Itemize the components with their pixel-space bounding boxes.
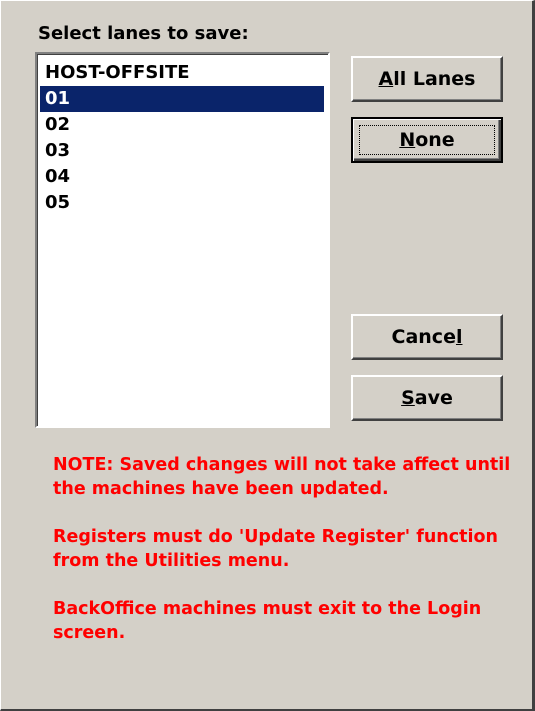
none-label-rest: one: [415, 129, 455, 151]
note-saved-changes: NOTE: Saved changes will not take affect…: [53, 455, 511, 499]
lanes-list-label: Select lanes to save:: [38, 23, 249, 44]
cancel-mnemonic: l: [455, 326, 463, 348]
all-lanes-button[interactable]: All Lanes: [351, 56, 503, 102]
all-lanes-button-label: All Lanes: [357, 62, 497, 96]
lane-item-04[interactable]: 04: [40, 164, 324, 190]
all-lanes-mnemonic: A: [378, 68, 394, 90]
cancel-button[interactable]: Cancel: [351, 314, 503, 360]
lanes-listbox[interactable]: HOST-OFFSITE 01 02 03 04 05: [35, 52, 330, 428]
lane-item-02[interactable]: 02: [40, 112, 324, 138]
note-backoffice: BackOffice machines must exit to the Log…: [53, 599, 482, 643]
cancel-button-label: Cancel: [357, 320, 497, 354]
note-registers: Registers must do 'Update Register' func…: [53, 527, 498, 571]
lane-item-03[interactable]: 03: [40, 138, 324, 164]
save-label-rest: ave: [414, 387, 453, 409]
notes-section: NOTE: Saved changes will not take affect…: [53, 453, 523, 669]
save-lanes-dialog: Select lanes to save: HOST-OFFSITE 01 02…: [0, 0, 535, 711]
save-button[interactable]: Save: [351, 375, 503, 421]
lane-item-01[interactable]: 01: [40, 86, 324, 112]
none-button[interactable]: None: [351, 117, 503, 163]
none-button-label: None: [357, 123, 497, 157]
all-lanes-label-rest: ll Lanes: [393, 68, 476, 90]
save-button-label: Save: [357, 381, 497, 415]
none-mnemonic: N: [399, 129, 416, 151]
lane-item-05[interactable]: 05: [40, 190, 324, 216]
save-mnemonic: S: [401, 387, 415, 409]
lane-item-host-offsite[interactable]: HOST-OFFSITE: [40, 60, 324, 86]
cancel-label-before: Cance: [391, 326, 456, 348]
lanes-list: HOST-OFFSITE 01 02 03 04 05: [37, 54, 328, 216]
